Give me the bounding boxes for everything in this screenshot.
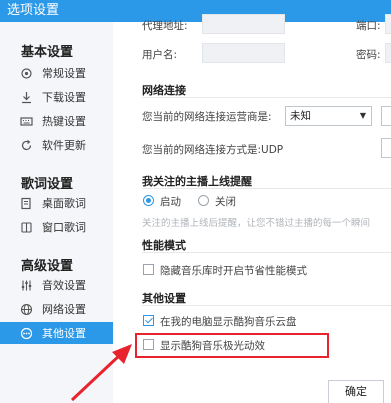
annotation-arrow-icon	[70, 344, 132, 402]
